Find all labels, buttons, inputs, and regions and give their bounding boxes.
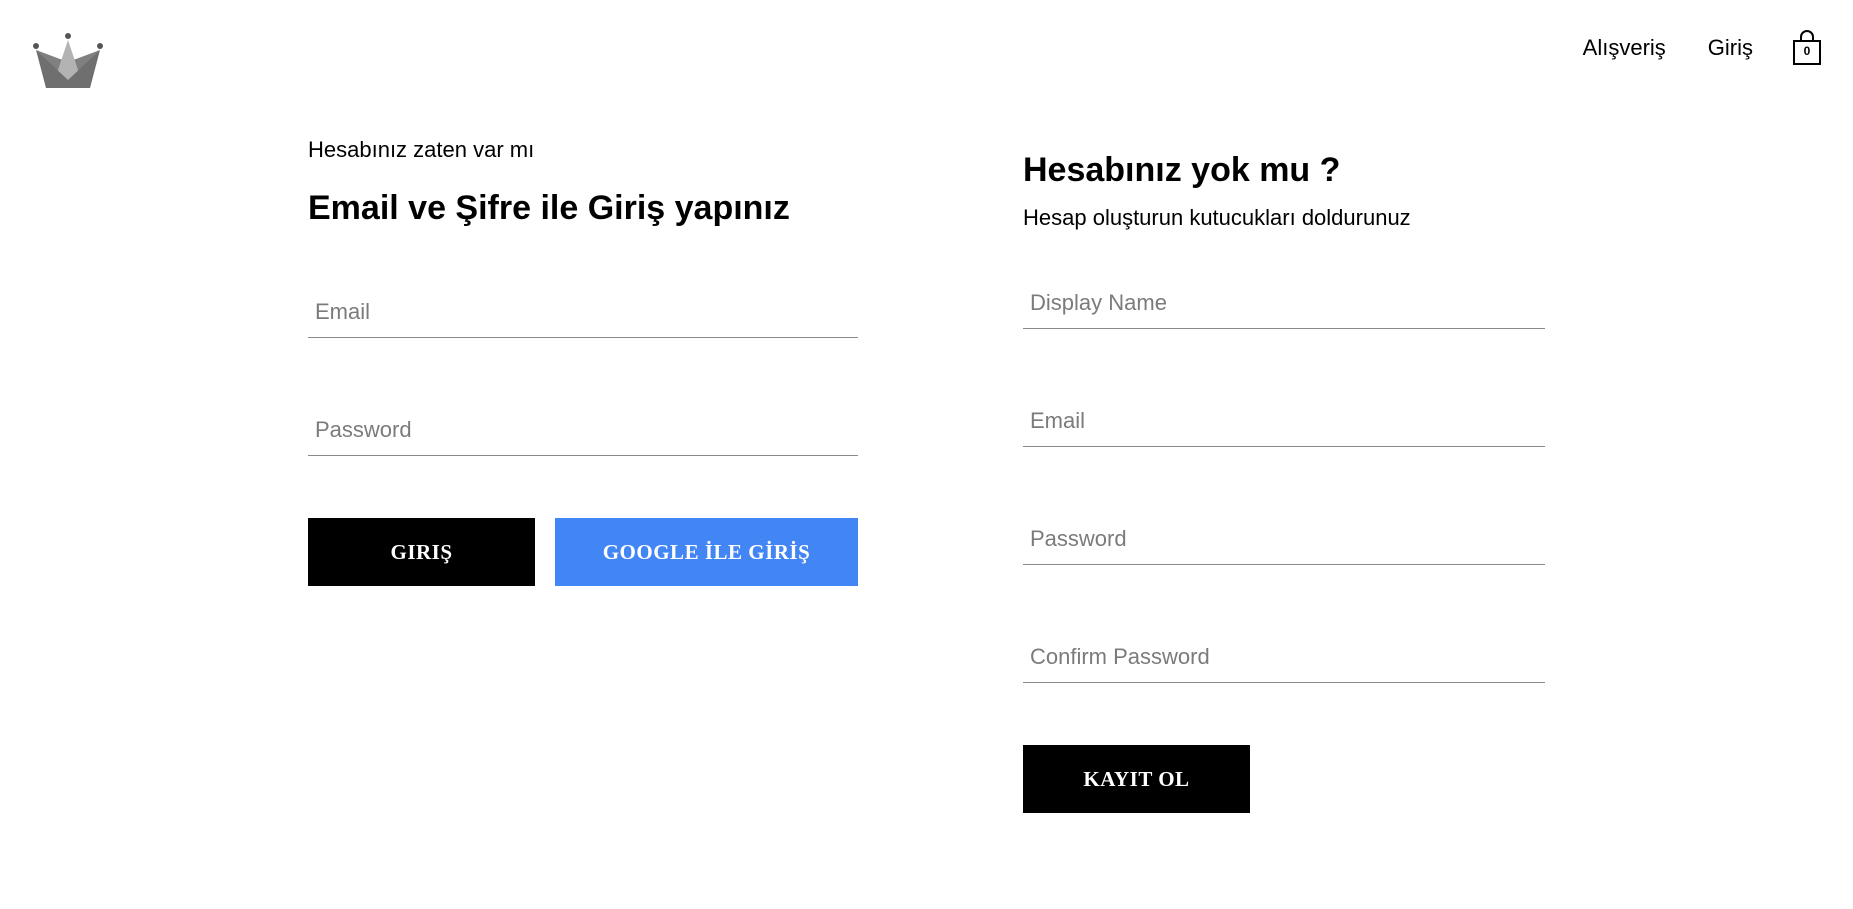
signin-buttons: GIRIŞ GOOGLE İLE GİRİŞ <box>308 518 858 586</box>
signup-confirm-password-group <box>1023 631 1545 683</box>
signup-email-input[interactable] <box>1023 395 1545 447</box>
nav-signin-link[interactable]: Giriş <box>1708 30 1753 66</box>
signup-display-name-group <box>1023 277 1545 329</box>
google-signin-button[interactable]: GOOGLE İLE GİRİŞ <box>555 518 858 586</box>
signin-button[interactable]: GIRIŞ <box>308 518 535 586</box>
signup-password-input[interactable] <box>1023 513 1545 565</box>
page: Alışveriş Giriş 0 Hesabınız zaten var mı… <box>0 0 1853 909</box>
signup-password-group <box>1023 513 1545 565</box>
signup-subtitle: Hesap oluşturun kutucukları doldurunuz <box>1023 205 1411 230</box>
signin-email-input[interactable] <box>308 286 858 338</box>
nav-shop-link[interactable]: Alışveriş <box>1583 30 1666 66</box>
top-nav: Alışveriş Giriş 0 <box>1541 30 1823 66</box>
signin-email-group <box>308 286 858 338</box>
display-name-input[interactable] <box>1023 277 1545 329</box>
signup-email-group <box>1023 395 1545 447</box>
crown-logo[interactable] <box>30 30 106 94</box>
cart-count: 0 <box>1803 44 1811 58</box>
signin-title: Email ve Şifre ile Giriş yapınız <box>308 189 790 227</box>
register-button[interactable]: KAYIT OL <box>1023 745 1250 813</box>
signup-title: Hesabınız yok mu ? <box>1023 151 1341 189</box>
signin-password-input[interactable] <box>308 404 858 456</box>
signup-section: Hesabınız yok mu ? Hesap oluşturun kutuc… <box>1023 150 1545 813</box>
crown-icon <box>33 33 103 88</box>
signin-section: Hesabınız zaten var mı Email ve Şifre il… <box>308 136 858 586</box>
cart-button[interactable]: 0 <box>1791 30 1823 66</box>
signin-password-group <box>308 404 858 456</box>
confirm-password-input[interactable] <box>1023 631 1545 683</box>
signin-subtitle: Hesabınız zaten var mı <box>308 137 535 162</box>
